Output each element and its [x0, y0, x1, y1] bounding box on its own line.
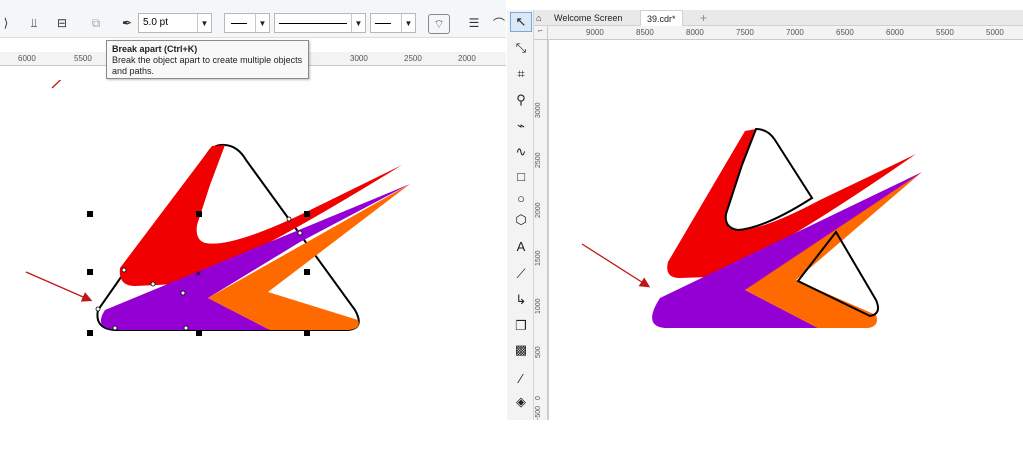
chevron-down-icon: ▼ — [255, 14, 269, 32]
ruler-tick: 0 — [535, 396, 542, 400]
horizontal-ruler: 9000 8500 8000 7500 7000 6500 6000 5500 … — [548, 26, 1023, 40]
ruler-tick: -500 — [535, 405, 542, 420]
end-arrowhead-select[interactable]: ▼ — [370, 13, 416, 33]
add-tab-button[interactable]: + — [694, 10, 713, 26]
transparency-tool-icon[interactable]: ▩ — [510, 340, 532, 360]
text-wrap-icon[interactable]: ☰ — [464, 14, 484, 32]
annotation-arrow — [51, 80, 62, 89]
ruler-tick: 7000 — [786, 28, 804, 37]
ruler-tick: 2000 — [458, 54, 476, 63]
connector-tool-icon[interactable]: ↳ — [510, 290, 532, 310]
selection-handle[interactable] — [87, 330, 93, 336]
break-apart-tooltip: Break apart (Ctrl+K) Break the object ap… — [106, 40, 309, 79]
tab-document[interactable]: 39.cdr* — [640, 10, 683, 26]
ruler-tick: 2500 — [535, 152, 542, 168]
tooltip-description: Break the object apart to create multipl… — [112, 55, 303, 76]
crop-tool-icon[interactable]: ⌗ — [510, 64, 532, 84]
rectangle-tool-icon[interactable]: □ — [510, 166, 532, 186]
ruler-tick: 5500 — [74, 54, 92, 63]
convert-curve-icon[interactable]: ⌒ — [492, 14, 506, 32]
outline-width-value: 5.0 pt — [143, 17, 169, 28]
ruler-origin-icon[interactable]: ⌐ — [534, 26, 548, 40]
eyedropper-tool-icon[interactable]: ⁄ — [510, 368, 532, 388]
interactive-fill-icon[interactable]: ◈ — [510, 392, 532, 412]
selection-handle[interactable] — [304, 211, 310, 217]
selection-handle[interactable] — [87, 269, 93, 275]
ruler-tick: 2000 — [535, 202, 542, 218]
arrange-icon[interactable]: ⊟ — [52, 14, 72, 32]
ruler-tick: 2500 — [404, 54, 422, 63]
ruler-tick: 1500 — [535, 250, 542, 266]
tooltip-title: Break apart (Ctrl+K) — [112, 44, 198, 54]
ruler-tick: 6000 — [886, 28, 904, 37]
close-curve-button[interactable]: ⌔ — [428, 14, 450, 34]
text-tool-icon[interactable]: A — [510, 236, 532, 256]
ruler-tick: 1000 — [535, 298, 542, 314]
ruler-tick: 9000 — [586, 28, 604, 37]
svg-text:×: × — [195, 269, 202, 278]
ruler-tick: 5500 — [936, 28, 954, 37]
toolbox: ↖ ⤡ ⌗ ⚲ ⌁ ∿ □ ○ ⬡ A ⟋ ↳ ❐ ▩ ⁄ ◈ — [507, 10, 534, 420]
chevron-down-icon: ▼ — [351, 14, 365, 32]
ruler-tick: 8500 — [636, 28, 654, 37]
outline-width-select[interactable]: 5.0 pt ▼ — [138, 13, 212, 33]
ruler-tick: 6500 — [836, 28, 854, 37]
ruler-tick: 5000 — [986, 28, 1004, 37]
polygon-tool-icon[interactable]: ⬡ — [510, 210, 532, 230]
pick-tool-icon[interactable]: ↖ — [510, 12, 532, 32]
shape-tool-icon[interactable]: ⤡ — [510, 38, 532, 58]
parallel-dimension-icon[interactable]: ⟋ — [510, 264, 532, 284]
left-artwork: × — [25, 80, 410, 331]
freehand-tool-icon[interactable]: ⌁ — [510, 116, 532, 136]
ruler-tick: 500 — [535, 346, 542, 358]
tab-welcome-screen[interactable]: Welcome Screen — [548, 10, 628, 26]
artistic-media-icon[interactable]: ∿ — [510, 142, 532, 162]
drop-shadow-icon[interactable]: ❐ — [510, 316, 532, 336]
align-icon[interactable]: ⫫ — [24, 14, 44, 32]
line-style-select[interactable]: ▼ — [274, 13, 366, 33]
right-artwork — [581, 127, 922, 328]
selection-handle[interactable] — [196, 211, 202, 217]
chevron-down-icon: ▼ — [401, 14, 415, 32]
zoom-tool-icon[interactable]: ⚲ — [510, 90, 532, 110]
start-arrowhead-select[interactable]: ▼ — [224, 13, 270, 33]
partial-icon: ⟩ — [3, 16, 9, 30]
ruler-tick: 3000 — [350, 54, 368, 63]
selection-handle[interactable] — [304, 330, 310, 336]
vertical-ruler: 3000 2500 2000 1500 1000 500 0 -500 — [534, 40, 548, 420]
break-apart-button[interactable]: ⧉ — [86, 14, 106, 32]
annotation-arrow — [581, 243, 651, 288]
home-icon[interactable]: ⌂ — [534, 10, 546, 26]
ruler-tick: 8000 — [686, 28, 704, 37]
selection-handle[interactable] — [196, 330, 202, 336]
selection-handle[interactable] — [87, 211, 93, 217]
annotation-arrow — [25, 271, 93, 302]
document-tabbar: ⌂ Welcome Screen 39.cdr* + — [534, 10, 1023, 26]
ruler-tick: 6000 — [18, 54, 36, 63]
ruler-tick: 7500 — [736, 28, 754, 37]
ruler-tick: 3000 — [535, 102, 542, 118]
chevron-down-icon: ▼ — [197, 14, 211, 32]
property-bar: ⟩ ⫫ ⊟ ⧉ ✒ 5.0 pt ▼ ▼ ▼ ▼ ⌔ ☰ ⌒ — [0, 0, 506, 38]
pen-outline-icon: ✒ — [121, 16, 133, 30]
selection-handle[interactable] — [304, 269, 310, 275]
ellipse-tool-icon[interactable]: ○ — [510, 188, 532, 208]
